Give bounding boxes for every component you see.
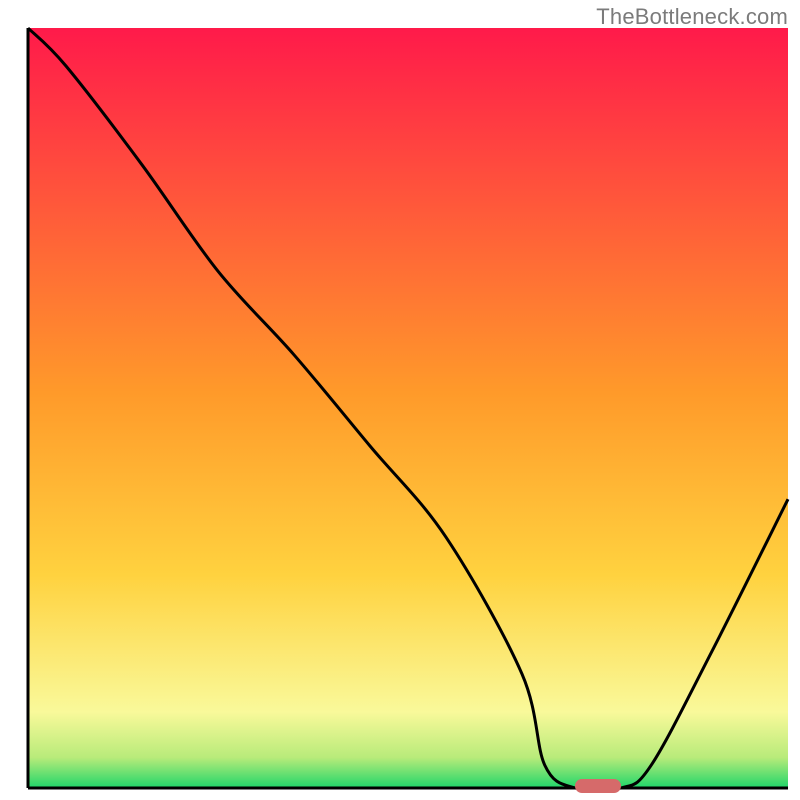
watermark-text: TheBottleneck.com	[596, 4, 788, 30]
chart-container: TheBottleneck.com	[0, 0, 800, 800]
bottleneck-chart	[0, 0, 800, 800]
min-marker	[575, 779, 621, 793]
plot-background	[28, 28, 788, 788]
